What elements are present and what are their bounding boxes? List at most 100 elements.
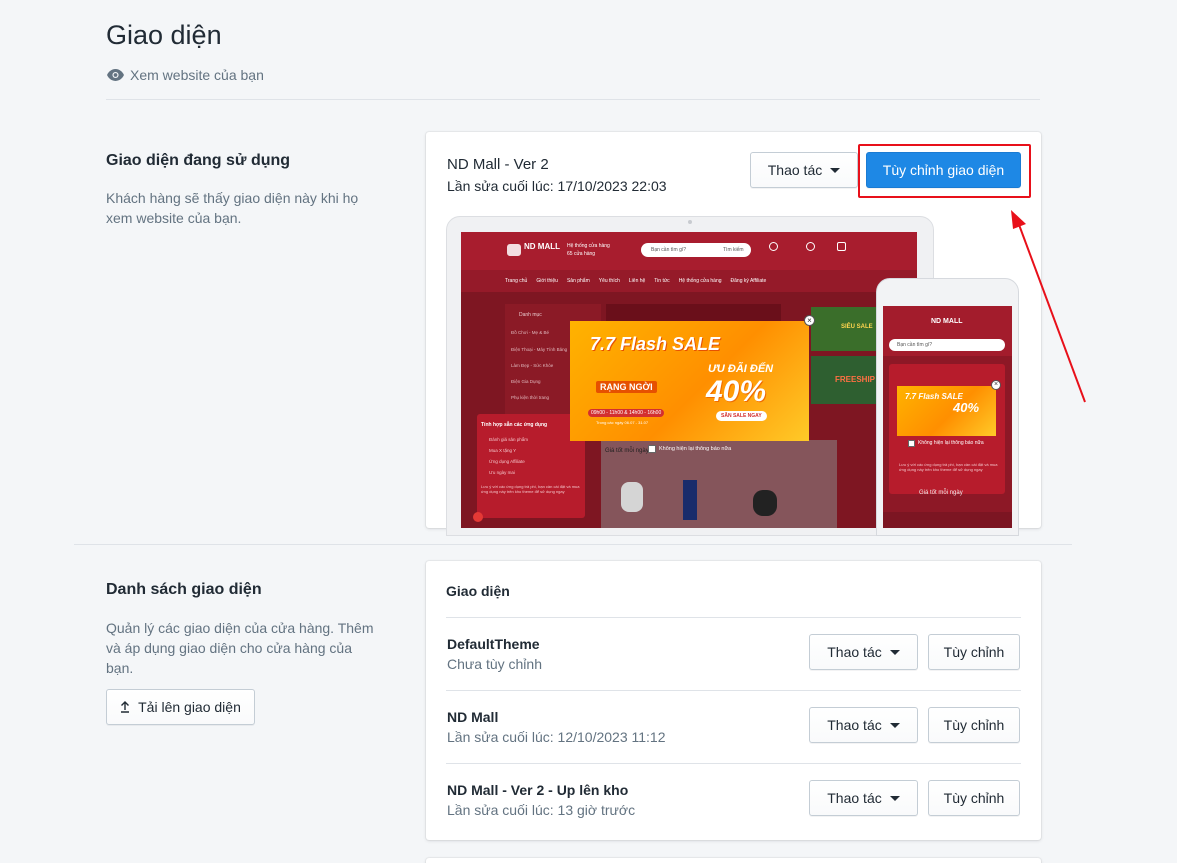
preview-sale-tag: SIÊU SALE [841,324,873,330]
mobile-popup-note: Lưu ý với các ứng dụng trả phí, bạn cần … [899,462,998,472]
mobile-search-placeholder: Bạn cần tìm gì? [897,342,933,348]
header-divider [106,99,1040,100]
preview-chat-icon [473,512,483,522]
theme-row-status: Chưa tùy chỉnh [447,656,542,672]
preview-apps-popup [477,414,585,518]
caret-down-icon [830,167,841,173]
current-theme-last-edit: Lần sửa cuối lúc: 17/10/2023 22:03 [447,178,667,194]
banner-range: Trong các ngày 06.07 - 31.07 [596,420,649,425]
preview-nav-item: Hệ thống cửa hàng [678,278,722,284]
theme-list-desc: Quản lý các giao diện của cửa hàng. Thêm… [106,620,374,676]
caret-down-icon [889,795,900,801]
eye-icon [107,69,124,81]
mobile-logo: ND MALL [931,318,963,325]
preview-popup-item: Đánh giá sản phẩm [489,437,529,442]
preview-search-placeholder: Bạn cần tìm gì? [651,247,687,253]
preview-nav-item: Sản phẩm [566,278,590,284]
banner-time: 09h00 - 11h00 & 14h00 - 16h00 [588,409,665,417]
upload-theme-button[interactable]: Tải lên giao diện [106,689,255,725]
theme-row-name: ND Mall - Ver 2 - Up lên kho [447,782,629,798]
actions-label: Thao tác [827,644,882,660]
row-divider [446,690,1021,691]
preview-nav-item: Liên hệ [628,278,646,284]
camera-dot [688,220,692,224]
preview-nav-item: Trang chủ [505,278,528,284]
preview-category-title: Danh mục [519,312,542,318]
mobile-banner-percent: 40% [953,400,980,415]
preview-freeship: FREESHIP [835,375,876,384]
preview-search-button: Tìm kiếm [723,247,744,253]
preview-store-sub: 65 cửa hàng [567,251,596,257]
view-website-link[interactable]: Xem website của bạn [107,67,264,83]
preview-best-price: Giá tốt mỗi ngày [605,448,649,454]
preview-nav-item: Giới thiệu [536,278,558,284]
mobile-banner-close-icon[interactable]: × [991,380,1001,390]
preview-nav: Trang chủ Giới thiệu Sản phẩm Yêu thích … [461,270,917,292]
preview-logo-icon [507,244,521,256]
upload-icon [121,701,130,713]
dont-show-label: Không hiện lại thông báo nữa [659,446,732,452]
preview-nav-item: Yêu thích [598,278,620,284]
preview-popup-note: Lưu ý với các ứng dụng trả phí, bạn cần … [481,484,580,494]
preview-category-item: Đồ Chơi - Mẹ & Bé [511,330,549,335]
theme-row-customize-button[interactable]: Tùy chỉnh [928,780,1020,816]
mobile-dont-show-checkbox[interactable] [908,440,915,447]
preview-category-item: Điện Thoại - Máy Tính Bảng [511,347,568,352]
row-divider [446,617,1021,618]
preview-category-item: Phụ kiện thời trang [511,395,549,400]
preview-popup-title: Tính hợp sẵn các ứng dụng [481,422,548,428]
preview-category-item: Làm Đẹp - Sức Khỏe [511,363,554,368]
preview-logo: ND MALL [524,242,560,251]
theme-row-customize-button[interactable]: Tùy chỉnh [928,707,1020,743]
actions-label: Thao tác [767,162,823,178]
preview-popup-item: Mua X tặng Y [489,448,517,453]
mobile-best-price: Giá tốt mỗi ngày [919,490,963,496]
actions-label: Thao tác [827,717,882,733]
preview-popup-item: Ứng dụng Affiliate [489,459,525,464]
preview-store-text: Hệ thống cửa hàng [567,243,610,249]
theme-row-name: ND Mall [447,709,499,725]
preview-cart-icon [837,242,846,251]
banner-cta: SĂN SALE NGAY [716,411,767,421]
customize-label: Tùy chỉnh [943,644,1005,660]
next-card [426,858,1041,863]
preview-heart-icon [769,242,778,251]
current-theme-name: ND Mall - Ver 2 [447,156,549,173]
preview-category-item: Điện Gia Dụng [511,379,541,384]
caret-down-icon [889,722,900,728]
desktop-flash-sale-banner: 7.7 Flash SALE RẠNG NGỜI 09h00 - 11h00 &… [570,321,809,441]
theme-row-actions-button[interactable]: Thao tác [809,634,918,670]
preview-user-icon [806,242,815,251]
customize-label: Tùy chỉnh [943,717,1005,733]
banner-percent: 40% [706,375,767,408]
page-title: Giao diện [106,20,222,50]
theme-list-title: Danh sách giao diện [106,581,262,598]
theme-row-actions-button[interactable]: Thao tác [809,707,918,743]
banner-title: 7.7 Flash SALE [590,334,721,354]
actions-label: Thao tác [827,790,882,806]
view-website-label: Xem website của bạn [130,67,264,83]
current-theme-title: Giao diện đang sử dụng [106,152,291,169]
preview-product-image [683,480,697,520]
section-divider [74,544,1072,545]
row-divider [446,763,1021,764]
customize-label: Tùy chỉnh [943,790,1005,806]
banner-close-icon[interactable]: × [804,315,815,326]
theme-row-status: Lần sửa cuối lúc: 12/10/2023 11:12 [447,729,666,745]
theme-list-card-title: Giao diện [446,583,510,599]
themes-page: Giao diện Xem website của bạn Giao diện … [0,0,1177,863]
current-theme-desc: Khách hàng sẽ thấy giao diện này khi họ … [106,190,359,226]
mobile-bottom-nav [883,512,1012,528]
theme-row-status: Lần sửa cuối lúc: 13 giờ trước [447,802,636,818]
mobile-flash-sale-banner: 7.7 Flash SALE 40% [897,386,996,436]
current-actions-button[interactable]: Thao tác [750,152,858,188]
dont-show-checkbox[interactable] [648,445,656,453]
caret-down-icon [889,649,900,655]
banner-subtitle: RẠNG NGỜI [596,381,657,393]
banner-offer: ƯU ĐÃI ĐẾN [708,363,774,375]
preview-product-image [753,490,777,516]
theme-row-customize-button[interactable]: Tùy chỉnh [928,634,1020,670]
mobile-dont-show-label: Không hiện lại thông báo nữa [918,440,984,446]
upload-theme-label: Tải lên giao diện [138,699,241,715]
theme-row-actions-button[interactable]: Thao tác [809,780,918,816]
